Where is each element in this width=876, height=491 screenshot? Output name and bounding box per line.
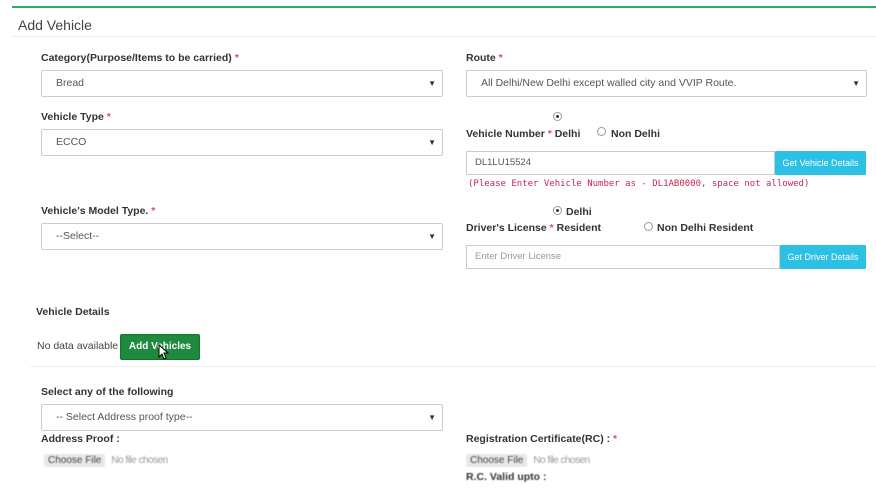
vehicle-number-delhi-option-label: Delhi [554,128,581,140]
required-star: * [106,111,111,123]
model-type-selected-value: --Select-- [56,230,100,242]
category-select[interactable]: Bread ▼ [41,70,443,97]
vehicle-number-delhi-radio[interactable] [553,112,562,121]
vehicle-type-label: Vehicle Type * [41,111,111,123]
route-selected-value: All Delhi/New Delhi except walled city a… [481,77,737,89]
vehicle-details-heading: Vehicle Details [36,306,110,318]
required-star: * [498,52,503,64]
address-proof-type-select[interactable]: -- Select Address proof type-- ▼ [41,404,443,431]
chevron-down-icon: ▼ [852,79,860,88]
address-proof-type-selected-value: -- Select Address proof type-- [56,411,193,423]
license-non-delhi-radio[interactable] [644,222,653,231]
file-status-text: No file chosen [533,455,590,466]
chevron-down-icon: ▼ [428,413,436,422]
chevron-down-icon: ▼ [428,138,436,147]
address-proof-label: Address Proof : [41,433,120,445]
route-label-text: Route [466,52,496,64]
rc-label-text: Registration Certificate(RC) : [466,433,611,445]
category-label: Category(Purpose/Items to be carried) * [41,52,239,64]
panel-top-border [12,6,876,8]
get-vehicle-details-button[interactable]: Get Vehicle Details [775,151,866,175]
driver-license-input[interactable]: Enter Driver License [466,245,780,269]
vehicle-number-non-delhi-label: Non Delhi [611,128,660,140]
license-non-delhi-label: Non Delhi Resident [657,222,754,234]
route-select[interactable]: All Delhi/New Delhi except walled city a… [466,70,867,97]
model-type-select[interactable]: --Select-- ▼ [41,223,443,250]
vehicle-number-label-text: Vehicle Number [466,128,545,140]
address-proof-type-label: Select any of the following [41,386,174,398]
rc-file-input[interactable]: Choose File No file chosen [466,454,590,467]
vehicle-type-selected-value: ECCO [56,136,87,148]
required-star: * [613,433,618,445]
vehicle-details-empty-text: No data available [37,340,119,352]
chevron-down-icon: ▼ [428,79,436,88]
panel-title-divider [12,36,876,37]
required-star: * [151,205,156,217]
required-star: * [549,222,554,234]
model-type-label-text: Vehicle's Model Type. [41,205,149,217]
model-type-label: Vehicle's Model Type. * [41,205,155,217]
license-resident-text: Resident [556,222,601,234]
vehicle-type-label-text: Vehicle Type [41,111,104,123]
required-star: * [234,52,239,64]
panel-title: Add Vehicle [18,17,92,33]
vehicle-number-non-delhi-radio[interactable] [597,127,606,136]
file-status-text: No file chosen [111,455,168,466]
address-proof-file-input[interactable]: Choose File No file chosen [44,454,168,467]
rc-valid-upto-label: R.C. Valid upto : [466,471,547,483]
get-driver-details-button[interactable]: Get Driver Details [780,245,866,269]
vehicle-number-input[interactable]: DL1LU15524 [466,151,775,175]
vehicle-number-label: Vehicle Number * Delhi [466,128,580,140]
vehicle-type-select[interactable]: ECCO ▼ [41,129,443,156]
category-label-text: Category(Purpose/Items to be carried) [41,52,232,64]
drivers-license-label: Driver's License * Resident [466,222,601,234]
required-star: * [547,128,552,140]
chevron-down-icon: ▼ [428,232,436,241]
route-label: Route * [466,52,503,64]
category-selected-value: Bread [56,77,85,89]
drivers-license-label-text: Driver's License [466,222,547,234]
vehicle-number-hint: (Please Enter Vehicle Number as - DL1AB0… [468,179,810,189]
rc-label: Registration Certificate(RC) : * [466,433,617,445]
section-divider [30,366,876,367]
choose-file-button[interactable]: Choose File [44,454,106,467]
choose-file-button[interactable]: Choose File [466,454,528,467]
license-delhi-radio[interactable] [553,206,562,215]
license-delhi-label: Delhi [566,206,592,218]
